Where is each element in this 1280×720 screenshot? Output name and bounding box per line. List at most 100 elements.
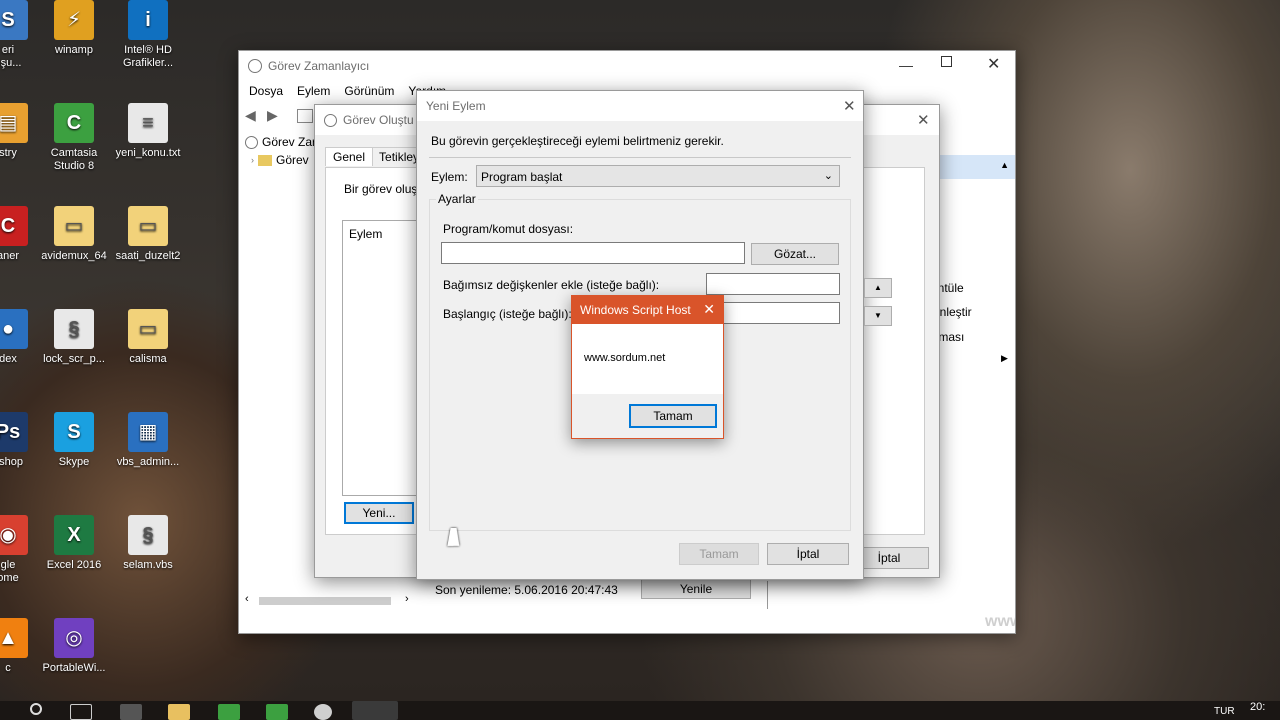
program-input[interactable] (441, 242, 745, 264)
language-indicator[interactable]: TUR (1214, 706, 1235, 717)
desktop-icon[interactable]: S Skype (36, 412, 112, 469)
move-down-button[interactable]: ▼ (864, 306, 892, 326)
forward-icon[interactable]: ▶ (267, 107, 278, 124)
start-in-label: Başlangıç (isteğe bağlı): (443, 307, 572, 321)
arguments-label: Bağımsız değişkenler ekle (isteğe bağlı)… (443, 278, 660, 292)
horizontal-scrollbar[interactable]: ‹ › (243, 593, 417, 609)
window-title: Görev Oluştu (343, 113, 414, 127)
new-action-button[interactable]: Yeni... (344, 502, 414, 524)
desktop-icon[interactable]: ▭ saati_duzelt2 (110, 206, 186, 263)
scroll-right-icon[interactable]: › (405, 593, 409, 605)
content-divider (767, 581, 768, 609)
tab-general[interactable]: Genel (325, 147, 374, 166)
app-icon: ▦ (128, 412, 168, 452)
tree-child[interactable]: › Görev (251, 153, 309, 167)
ok-button[interactable]: Tamam (629, 404, 717, 428)
status-text: Son yenileme: 5.06.2016 20:47:43 (435, 583, 618, 597)
ok-button: Tamam (679, 543, 759, 565)
desktop-icon[interactable]: ≡ yeni_konu.txt (110, 103, 186, 160)
view-icon[interactable] (297, 109, 313, 123)
desktop-icon[interactable]: ▭ calisma (110, 309, 186, 366)
refresh-button[interactable]: Yenile (641, 579, 751, 599)
close-icon[interactable]: ✕ (703, 301, 715, 318)
scroll-thumb[interactable] (259, 597, 391, 605)
watermark: www.sordum.net (985, 613, 1015, 630)
action-label: Eylem: (431, 170, 468, 184)
desktop-icon[interactable]: § lock_scr_p... (36, 309, 112, 366)
actions-list[interactable]: Eylem (342, 220, 422, 496)
script-host-titlebar[interactable]: Windows Script Host ✕ (572, 296, 723, 324)
arguments-input[interactable] (706, 273, 840, 295)
chevron-right-icon[interactable]: › (251, 155, 254, 165)
desktop-icon-label: saati_duzelt2 (115, 250, 181, 262)
app-icon: § (54, 309, 94, 349)
camtasia-recorder-icon[interactable] (266, 704, 288, 720)
search-icon[interactable] (30, 703, 42, 715)
instruction-text: Bu görevin gerçekleştireceği eylemi beli… (431, 134, 724, 148)
tree-root-label: Görev Zar (262, 135, 317, 149)
app-icon: S (0, 0, 28, 40)
list-header: Eylem (349, 227, 383, 241)
collapse-icon[interactable]: ▲ (1000, 160, 1009, 170)
scroll-left-icon[interactable]: ‹ (245, 593, 249, 605)
action-dropdown-value: Program başlat (481, 170, 563, 184)
action-dropdown[interactable]: Program başlat ⌄ (476, 165, 840, 187)
app-icon: X (54, 515, 94, 555)
desktop-icon-label: PortableWi... (42, 662, 106, 674)
maximize-button[interactable] (941, 56, 952, 67)
cancel-button[interactable]: İptal (767, 543, 849, 565)
menu-view[interactable]: Görünüm (344, 84, 394, 98)
desktop-icon[interactable]: ◎ PortableWi... (36, 618, 112, 675)
start-in-input[interactable] (706, 302, 840, 324)
app-icon: ▲ (0, 618, 28, 658)
desktop-icon[interactable]: X Excel 2016 (36, 515, 112, 572)
task-scheduler-icon[interactable] (314, 704, 332, 720)
submenu-arrow-icon[interactable]: ▶ (1001, 353, 1008, 364)
minimize-button[interactable]: — (899, 57, 913, 73)
desktop-icon-label: Excel 2016 (46, 559, 102, 571)
move-up-button[interactable]: ▲ (864, 278, 892, 298)
separator (429, 157, 851, 158)
desktop-icon[interactable]: ▦ vbs_admin... (110, 412, 186, 469)
app-icon: ⚡ (54, 0, 94, 40)
app-icon: ≡ (128, 103, 168, 143)
desktop-icon[interactable]: § selam.vbs (110, 515, 186, 572)
browse-button[interactable]: Gözat... (751, 243, 839, 265)
clock-icon (324, 113, 337, 127)
menu-file[interactable]: Dosya (249, 84, 283, 98)
explorer-icon[interactable] (168, 704, 190, 720)
script-host-dialog[interactable]: Windows Script Host ✕ www.sordum.net Tam… (571, 295, 724, 439)
app-icon: ▤ (0, 103, 28, 143)
desktop-icon[interactable]: ▭ avidemux_64 (36, 206, 112, 263)
window-title: Görev Zamanlayıcı (268, 59, 370, 73)
task-view-icon[interactable] (70, 704, 92, 720)
desktop-icon-label: yeni_konu.txt (115, 147, 181, 159)
back-icon[interactable]: ◀ (245, 107, 256, 124)
app-icon: C (0, 206, 28, 246)
tab-description: Bir görev oluş (344, 182, 418, 196)
app-icon: ▭ (54, 206, 94, 246)
chevron-down-icon: ⌄ (823, 170, 833, 182)
close-button[interactable]: ✕ (917, 111, 930, 129)
desktop-icon[interactable]: C Camtasia Studio 8 (36, 103, 112, 173)
new-action-titlebar[interactable]: Yeni Eylem (417, 91, 863, 121)
store-icon[interactable] (120, 704, 142, 720)
app-icon: ▭ (128, 309, 168, 349)
clock-text[interactable]: 20: (1250, 701, 1265, 713)
tree-root[interactable]: Görev Zar (245, 135, 316, 149)
app-icon: ● (0, 309, 28, 349)
app-icon: C (54, 103, 94, 143)
desktop-icon[interactable]: ⚡ winamp (36, 0, 112, 57)
desktop-icon[interactable]: i Intel® HD Grafikler... (110, 0, 186, 70)
close-button[interactable]: ✕ (843, 97, 856, 115)
menu-action[interactable]: Eylem (297, 84, 330, 98)
app-icon: ◎ (54, 618, 94, 658)
close-button[interactable]: ✕ (987, 54, 1000, 74)
clock-icon (248, 59, 262, 73)
clock-icon (245, 135, 258, 149)
dialog-message: www.sordum.net (584, 352, 666, 364)
camtasia-icon[interactable] (218, 704, 240, 720)
desktop-icon-label: calisma (129, 353, 167, 365)
script-host-taskbar-icon[interactable] (352, 701, 398, 720)
dialog-title: Windows Script Host (580, 303, 691, 317)
